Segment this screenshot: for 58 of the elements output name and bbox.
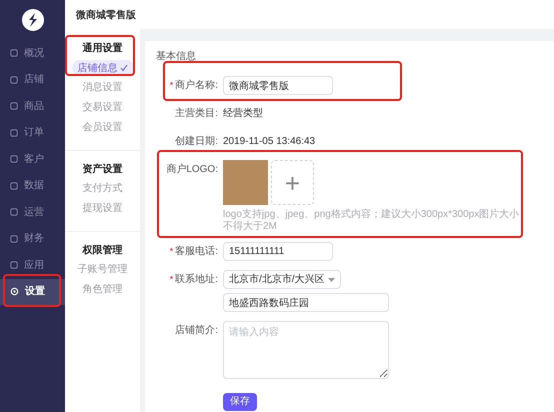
- subnav-item[interactable]: 支付方式: [82, 179, 122, 199]
- sidebar-item[interactable]: 商品: [0, 93, 65, 120]
- input-field[interactable]: 微商城零售版: [223, 76, 333, 95]
- input-field[interactable]: 15111111111: [223, 242, 333, 261]
- sidebar-item[interactable]: 数据: [0, 172, 65, 199]
- upload-button[interactable]: +: [271, 160, 314, 205]
- group-title: 资产设置: [82, 162, 122, 177]
- subnav-item[interactable]: 提现设置: [82, 199, 122, 219]
- subnav-item[interactable]: 子账号管理: [78, 260, 128, 280]
- settings-icon: [10, 287, 19, 296]
- app-title: 微商城零售版: [76, 8, 136, 22]
- highlight-frame: [3, 274, 61, 307]
- photo-placeholder: [223, 160, 268, 205]
- field-label: 店铺简介:: [175, 324, 218, 338]
- sidebar-item[interactable]: 财务: [0, 226, 65, 252]
- field-label: 主营类目:: [175, 106, 218, 121]
- section-title: 基本信息: [156, 50, 197, 64]
- sidebar-item[interactable]: 设置: [0, 278, 65, 305]
- sidebar-item[interactable]: 店铺: [0, 66, 65, 93]
- field-label: 联系地址:: [175, 272, 218, 287]
- subnav-item[interactable]: 会员设置: [82, 118, 122, 138]
- check-icon: [120, 64, 128, 72]
- input-field[interactable]: 地盛西路数码庄园: [223, 293, 389, 312]
- field-label: 客服电话:: [175, 244, 218, 259]
- field-value: 2019-11-05 13:46:43: [223, 135, 316, 149]
- square-icon: [10, 208, 18, 216]
- logo-icon: [22, 9, 44, 31]
- square-icon: [10, 128, 18, 137]
- square-icon: [10, 182, 18, 190]
- square-icon: [10, 234, 18, 243]
- required-asterisk: *: [170, 247, 174, 256]
- subnav-item[interactable]: 角色管理: [82, 280, 122, 300]
- hint-text: logo支持jpg、jpeg、png格式内容；建议大小300px*300px图片大小不得大于2M: [223, 209, 520, 233]
- square-icon: [10, 102, 18, 110]
- field-label: 商户LOGO:: [166, 162, 218, 177]
- dropdown-field[interactable]: 北京市/北京市/大兴区: [223, 270, 341, 289]
- subnav-item[interactable]: 消息设置: [82, 78, 122, 98]
- square-icon: [10, 49, 18, 58]
- sidebar-item[interactable]: 应用: [0, 252, 65, 278]
- sidebar-item[interactable]: 运营: [0, 199, 65, 226]
- text-area[interactable]: 请输入内容: [223, 321, 389, 379]
- sidebar-item[interactable]: 订单: [0, 120, 65, 146]
- group-title: 通用设置: [82, 42, 122, 56]
- square-icon: [10, 261, 18, 270]
- required-asterisk: *: [170, 81, 174, 90]
- sidebar-item[interactable]: 客户: [0, 146, 65, 172]
- required-asterisk: *: [170, 275, 174, 284]
- sidebar-item[interactable]: 概况: [0, 40, 65, 66]
- group-title: 权限管理: [82, 244, 122, 258]
- field-label: 商户名称:: [175, 78, 218, 93]
- subnav-item[interactable]: 交易设置: [82, 98, 122, 118]
- caret-icon: [328, 278, 335, 282]
- highlight-frame: [65, 35, 135, 76]
- square-icon: [10, 76, 18, 84]
- field-value: 经营类型: [223, 106, 263, 121]
- square-icon: [10, 155, 18, 164]
- field-label: 创建日期:: [175, 134, 218, 149]
- save-button[interactable]: 保存: [223, 392, 257, 410]
